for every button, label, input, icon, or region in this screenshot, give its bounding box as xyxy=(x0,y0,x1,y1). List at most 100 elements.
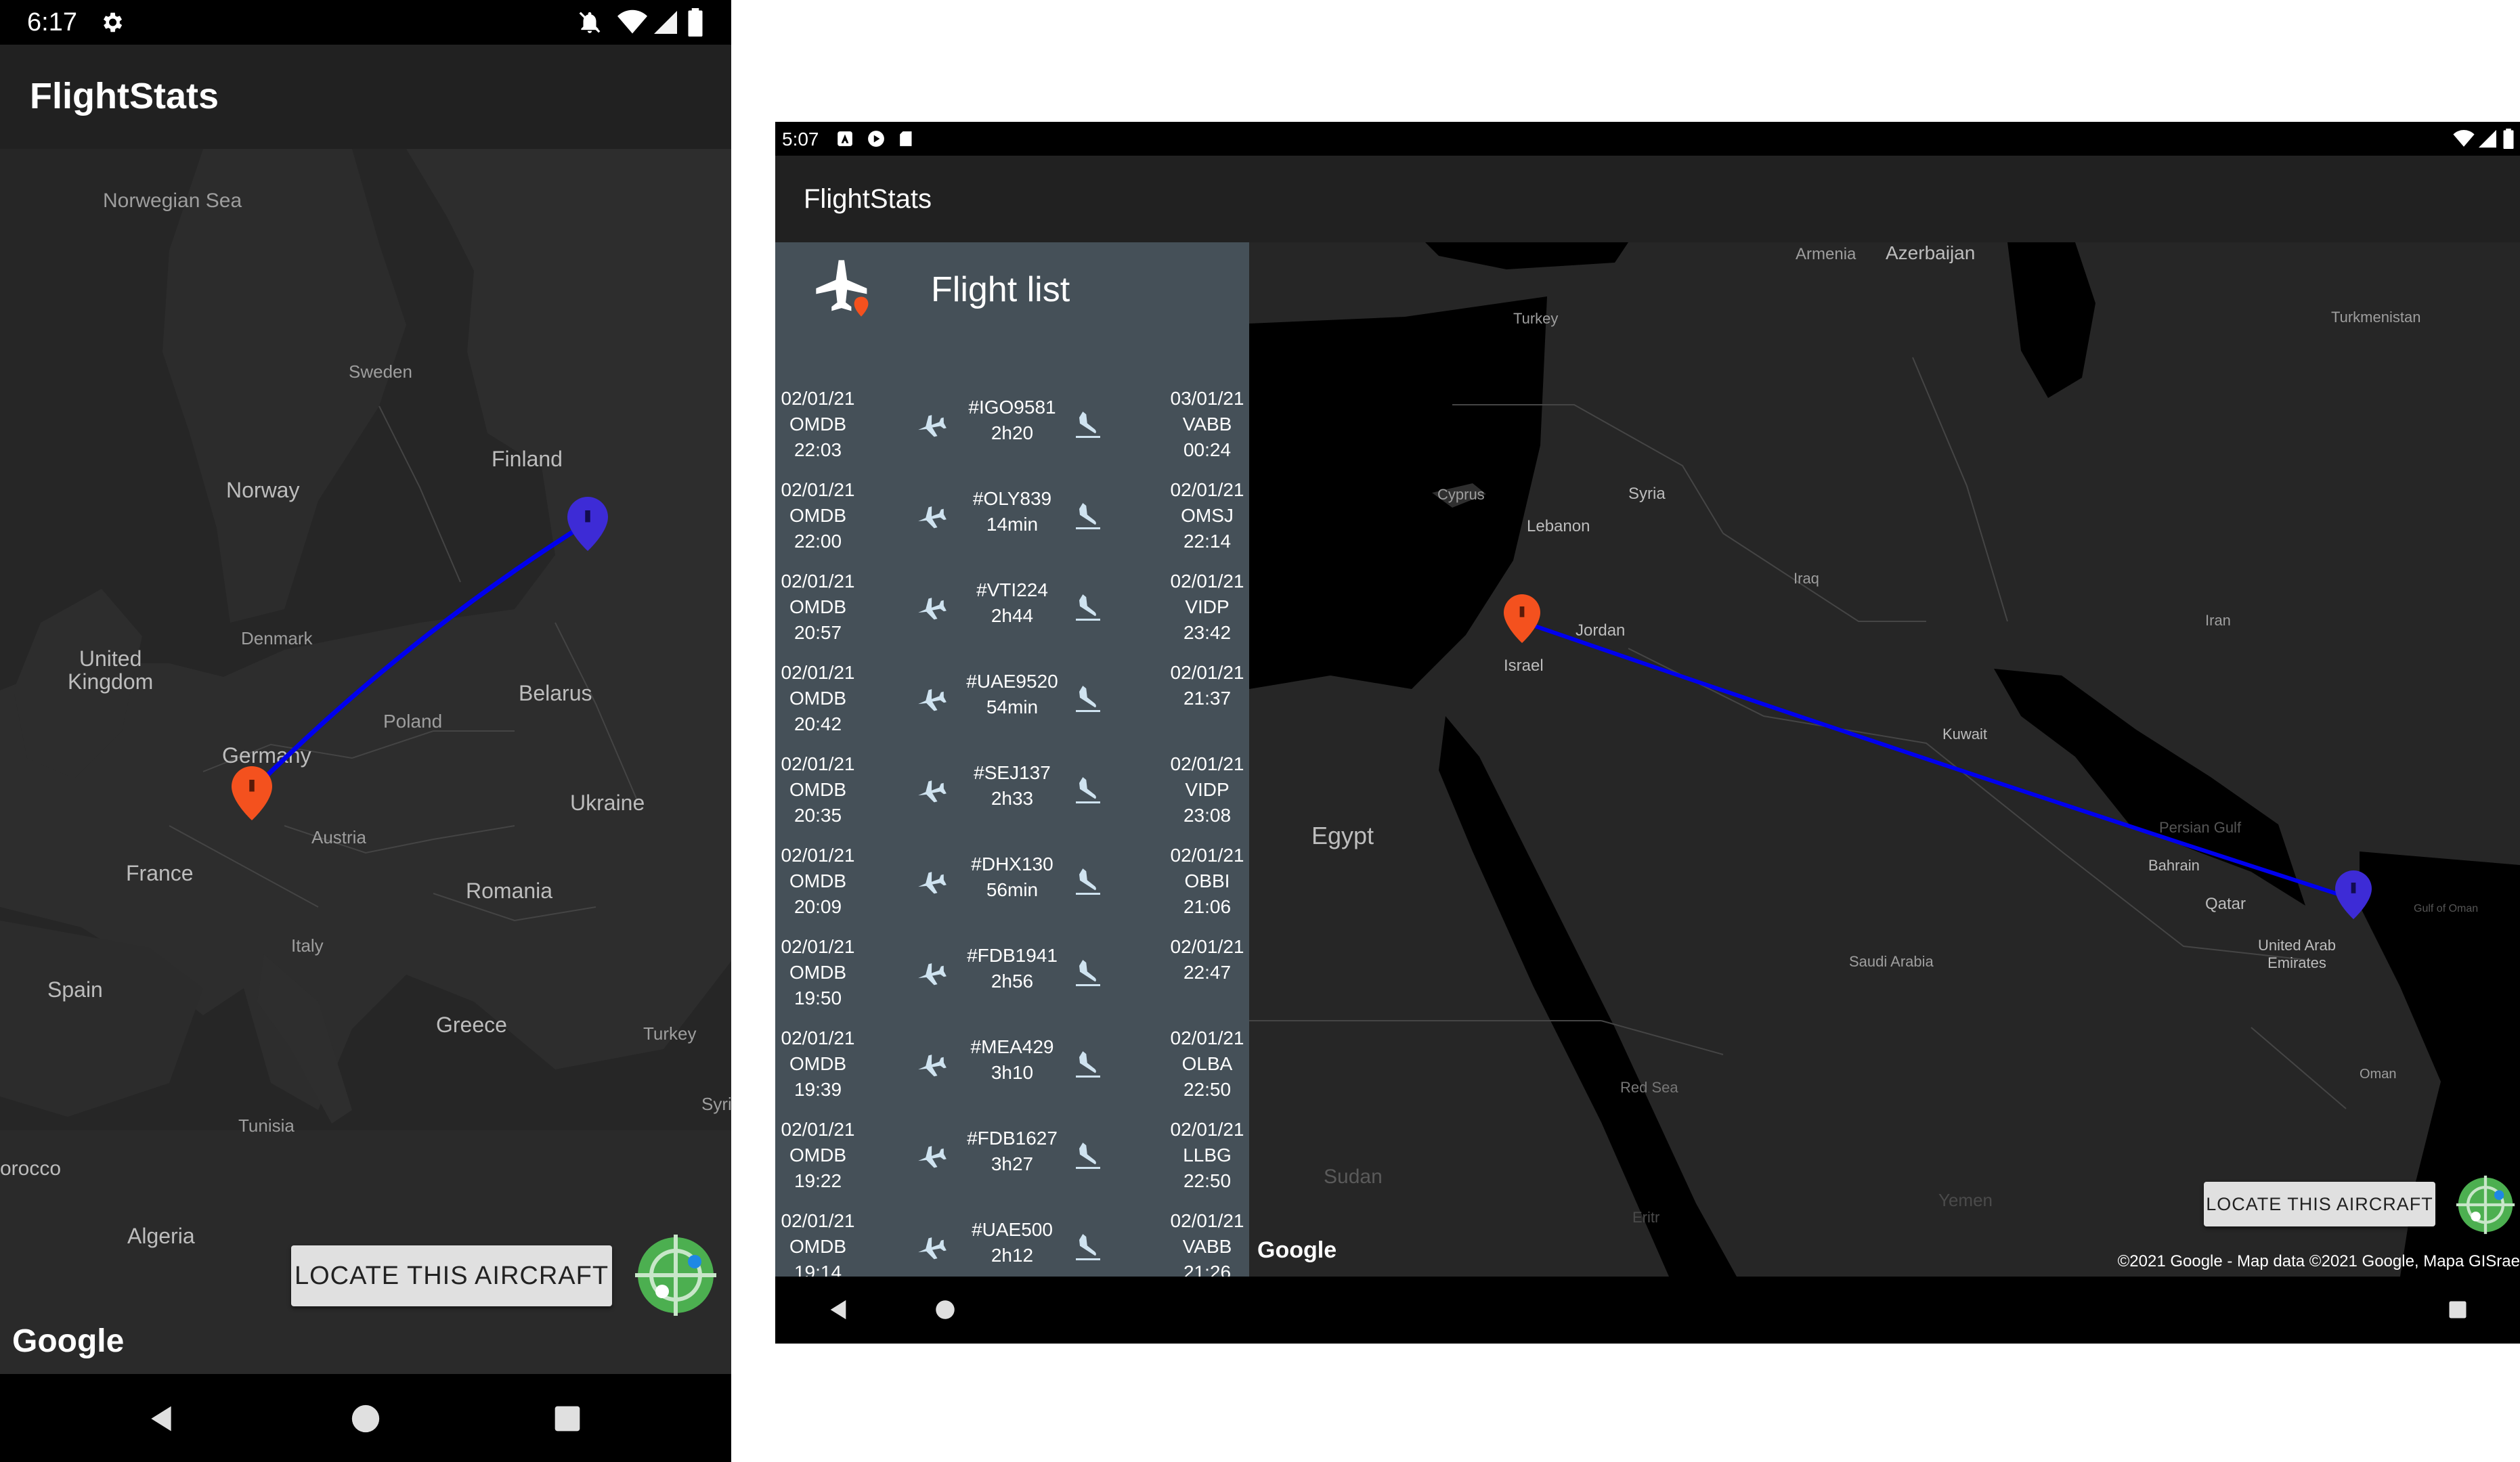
flight-number: #IGO9581 xyxy=(968,397,1056,418)
origin-marker-icon[interactable] xyxy=(232,766,272,820)
flight-number: #DHX130 xyxy=(971,854,1053,874)
flight-row[interactable]: 02/01/21 OMDB 19:22 #FDB1627 3h27 02/01/21 LLB… xyxy=(775,1109,1249,1200)
arrival-time: 21:37 xyxy=(1183,688,1232,709)
landing-icon xyxy=(1072,776,1104,805)
locate-aircraft-button[interactable]: LOCATE THIS AIRCRAFT xyxy=(291,1245,612,1306)
google-logo: Google xyxy=(12,1323,125,1359)
flight-duration: 56min xyxy=(986,879,1039,900)
flight-row[interactable]: 02/01/21 OMDB 19:14 #UAE500 2h12 02/01/21 VABB… xyxy=(775,1200,1249,1277)
arrival-info: 02/01/21 VIDP 23:42 xyxy=(1165,569,1249,646)
departure-airport: OMDB xyxy=(789,962,846,983)
departure-airport: OMDB xyxy=(789,414,846,435)
arrival-info: 02/01/21 OMSJ 22:14 xyxy=(1165,477,1249,554)
flight-row[interactable]: 02/01/21 OMDB 22:00 #OLY839 14min 02/01/21 OMS… xyxy=(775,469,1249,560)
departure-info: 02/01/21 OMDB 19:14 xyxy=(775,1208,861,1277)
flight-number: #UAE500 xyxy=(972,1219,1053,1240)
status-bar: 6:17 xyxy=(0,0,731,45)
takeoff-icon xyxy=(914,1143,948,1170)
flight-row[interactable]: 02/01/21 OMDB 20:42 #UAE9520 54min 02/01/21 21… xyxy=(775,652,1249,743)
departure-time: 20:57 xyxy=(794,622,842,643)
flight-info: #SEJ137 2h33 xyxy=(944,760,1080,812)
takeoff-icon xyxy=(914,868,948,895)
takeoff-icon xyxy=(914,777,948,804)
tablet-screen: 5:07 FlightStats Flight list 02/01/21 OMD… xyxy=(775,122,2520,1344)
departure-airport: OMDB xyxy=(789,1236,846,1257)
recents-icon[interactable] xyxy=(552,1404,582,1434)
battery-icon xyxy=(688,8,703,37)
arrival-time: 22:14 xyxy=(1183,531,1232,552)
flight-number: #FDB1627 xyxy=(967,1128,1058,1149)
notifications-off-icon xyxy=(579,12,601,33)
tablet-recents-icon[interactable] xyxy=(2448,1300,2468,1320)
departure-time: 20:42 xyxy=(794,713,842,734)
flight-info: #UAE500 2h12 xyxy=(944,1217,1080,1268)
arrival-time: 23:08 xyxy=(1183,805,1232,826)
home-icon[interactable] xyxy=(351,1404,381,1434)
tablet-destination-marker-icon[interactable] xyxy=(2335,870,2372,919)
departure-date: 02/01/21 xyxy=(781,1027,855,1048)
takeoff-icon xyxy=(914,686,948,713)
departure-info: 02/01/21 OMDB 22:00 xyxy=(775,477,861,554)
arrival-info: 02/01/21 VIDP 23:08 xyxy=(1165,751,1249,828)
flight-info: #IGO9581 2h20 xyxy=(944,395,1080,446)
tablet-cell-signal-icon xyxy=(2479,130,2496,148)
flight-row[interactable]: 02/01/21 OMDB 20:35 #SEJ137 2h33 02/01/21 VIDP… xyxy=(775,743,1249,835)
landing-icon xyxy=(1072,958,1104,988)
tablet-flight-route-line xyxy=(1521,619,2353,901)
arrival-date: 02/01/21 xyxy=(1170,479,1244,500)
landing-icon xyxy=(1072,502,1104,531)
flight-duration: 14min xyxy=(986,514,1039,535)
arrival-date: 02/01/21 xyxy=(1170,662,1244,683)
map-view[interactable]: Norwegian Sea Sweden Finland Norway Unit… xyxy=(0,149,731,1374)
tablet-battery-icon xyxy=(2503,129,2514,149)
destination-marker-icon[interactable] xyxy=(567,497,608,551)
arrival-time: 21:06 xyxy=(1183,896,1232,917)
landing-icon xyxy=(1072,684,1104,714)
app-bar: FlightStats xyxy=(0,45,731,149)
arrival-date: 02/01/21 xyxy=(1170,845,1244,866)
tablet-origin-marker-icon[interactable] xyxy=(1504,594,1540,643)
departure-airport: OMDB xyxy=(789,505,846,526)
flight-info: #DHX130 56min xyxy=(944,851,1080,903)
departure-date: 02/01/21 xyxy=(781,845,855,866)
tablet-locate-aircraft-button[interactable]: LOCATE THIS AIRCRAFT xyxy=(2204,1182,2435,1226)
settings-icon xyxy=(103,12,123,32)
departure-date: 02/01/21 xyxy=(781,571,855,592)
notification-a-icon xyxy=(838,131,852,146)
arrival-info: 02/01/21 OLBA 22:50 xyxy=(1165,1025,1249,1103)
flight-row[interactable]: 02/01/21 OMDB 20:09 #DHX130 56min 02/01/21 OBB… xyxy=(775,835,1249,926)
sd-card-icon xyxy=(900,131,912,146)
flight-row[interactable]: 02/01/21 OMDB 19:50 #FDB1941 2h56 02/01/21 22:… xyxy=(775,926,1249,1017)
landing-icon xyxy=(1072,1050,1104,1080)
departure-airport: OMDB xyxy=(789,1145,846,1166)
flight-duration: 2h33 xyxy=(991,788,1034,809)
locate-target-icon[interactable] xyxy=(632,1232,719,1319)
departure-date: 02/01/21 xyxy=(781,1210,855,1231)
flight-duration: 2h56 xyxy=(991,971,1034,992)
departure-info: 02/01/21 OMDB 20:35 xyxy=(775,751,861,828)
tablet-home-icon[interactable] xyxy=(935,1300,955,1320)
flight-info: #FDB1941 2h56 xyxy=(944,943,1080,994)
arrival-airport: LLBG xyxy=(1183,1145,1232,1166)
flight-list-panel[interactable]: Flight list 02/01/21 OMDB 22:03 #IGO9581 2h2… xyxy=(775,242,1249,1277)
wifi-icon xyxy=(617,9,647,34)
takeoff-icon xyxy=(914,1051,948,1078)
flight-number: #SEJ137 xyxy=(974,762,1051,783)
arrival-info: 02/01/21 21:37 xyxy=(1165,660,1249,711)
departure-info: 02/01/21 OMDB 20:09 xyxy=(775,843,861,920)
notification-play-icon xyxy=(868,131,884,147)
flight-duration: 2h12 xyxy=(991,1245,1034,1266)
back-icon[interactable] xyxy=(146,1404,176,1434)
flight-row[interactable]: 02/01/21 OMDB 20:57 #VTI224 2h44 02/01/21 VIDP… xyxy=(775,560,1249,652)
flight-number: #MEA429 xyxy=(970,1036,1054,1057)
arrival-airport: OMSJ xyxy=(1181,505,1234,526)
arrival-airport: OLBA xyxy=(1181,1053,1233,1074)
flight-row[interactable]: 02/01/21 OMDB 22:03 #IGO9581 2h20 03/01/21 VAB… xyxy=(775,378,1249,469)
departure-airport: OMDB xyxy=(789,688,846,709)
tablet-back-icon[interactable] xyxy=(827,1298,850,1321)
departure-date: 02/01/21 xyxy=(781,936,855,957)
tablet-map-view[interactable]: Armenia Azerbaijan Turkey Turkmenistan C… xyxy=(1249,242,2520,1277)
flight-row[interactable]: 02/01/21 OMDB 19:39 #MEA429 3h10 02/01/21 OLBA… xyxy=(775,1017,1249,1109)
arrival-date: 02/01/21 xyxy=(1170,1119,1244,1140)
tablet-locate-target-icon[interactable] xyxy=(2454,1174,2517,1236)
